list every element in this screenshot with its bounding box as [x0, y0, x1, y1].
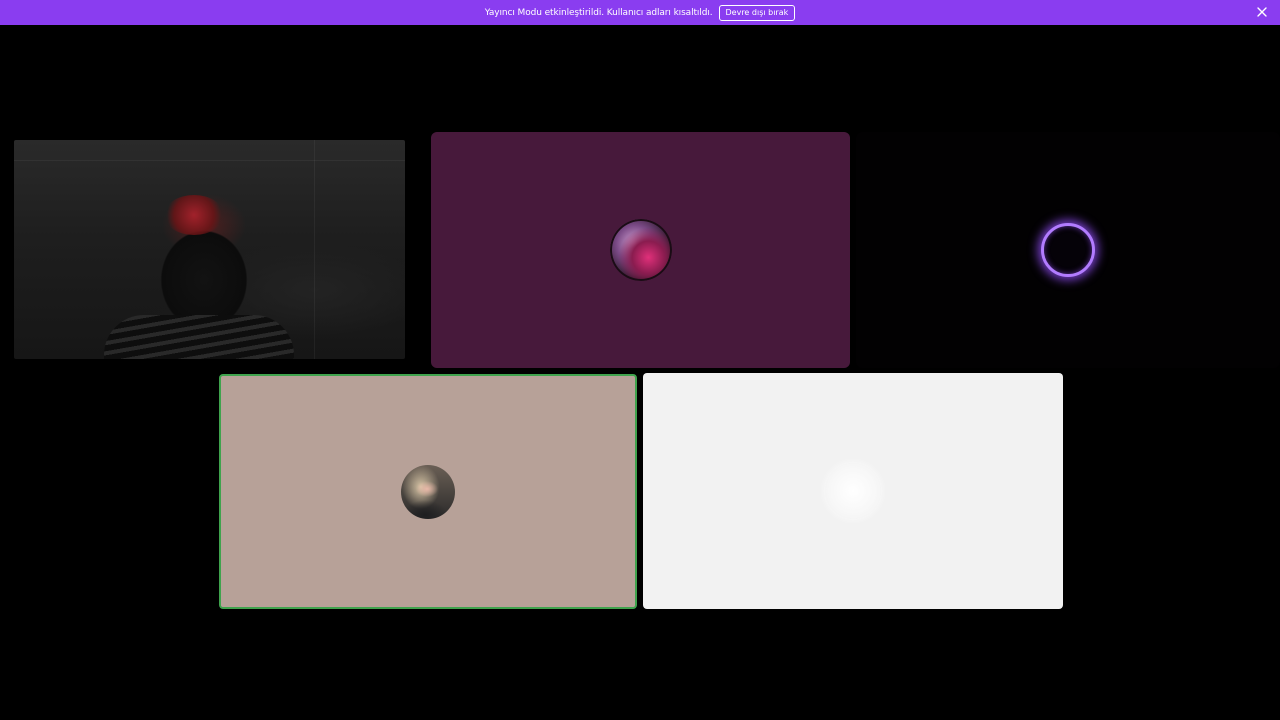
avatar [1041, 223, 1095, 277]
video-person-sweater [104, 315, 294, 359]
participant-tile-5[interactable] [643, 373, 1063, 609]
streamer-mode-message: Yayıncı Modu etkinleştirildi. Kullanıcı … [484, 7, 713, 18]
close-icon[interactable] [1254, 4, 1270, 20]
call-stage [0, 25, 1280, 720]
participant-tile-4-speaking[interactable] [219, 374, 637, 609]
video-person-mask [164, 195, 224, 235]
participant-tile-2[interactable] [431, 132, 850, 368]
avatar [401, 464, 455, 519]
avatar [609, 219, 672, 281]
participant-tile-video[interactable] [14, 140, 405, 359]
disable-streamer-mode-button[interactable]: Devre dışı bırak [718, 4, 796, 21]
streamer-mode-banner: Yayıncı Modu etkinleştirildi. Kullanıcı … [0, 0, 1280, 25]
avatar [825, 463, 881, 519]
video-background-detail [314, 140, 315, 359]
participant-tile-3[interactable] [856, 132, 1280, 368]
video-background-detail [14, 160, 405, 161]
